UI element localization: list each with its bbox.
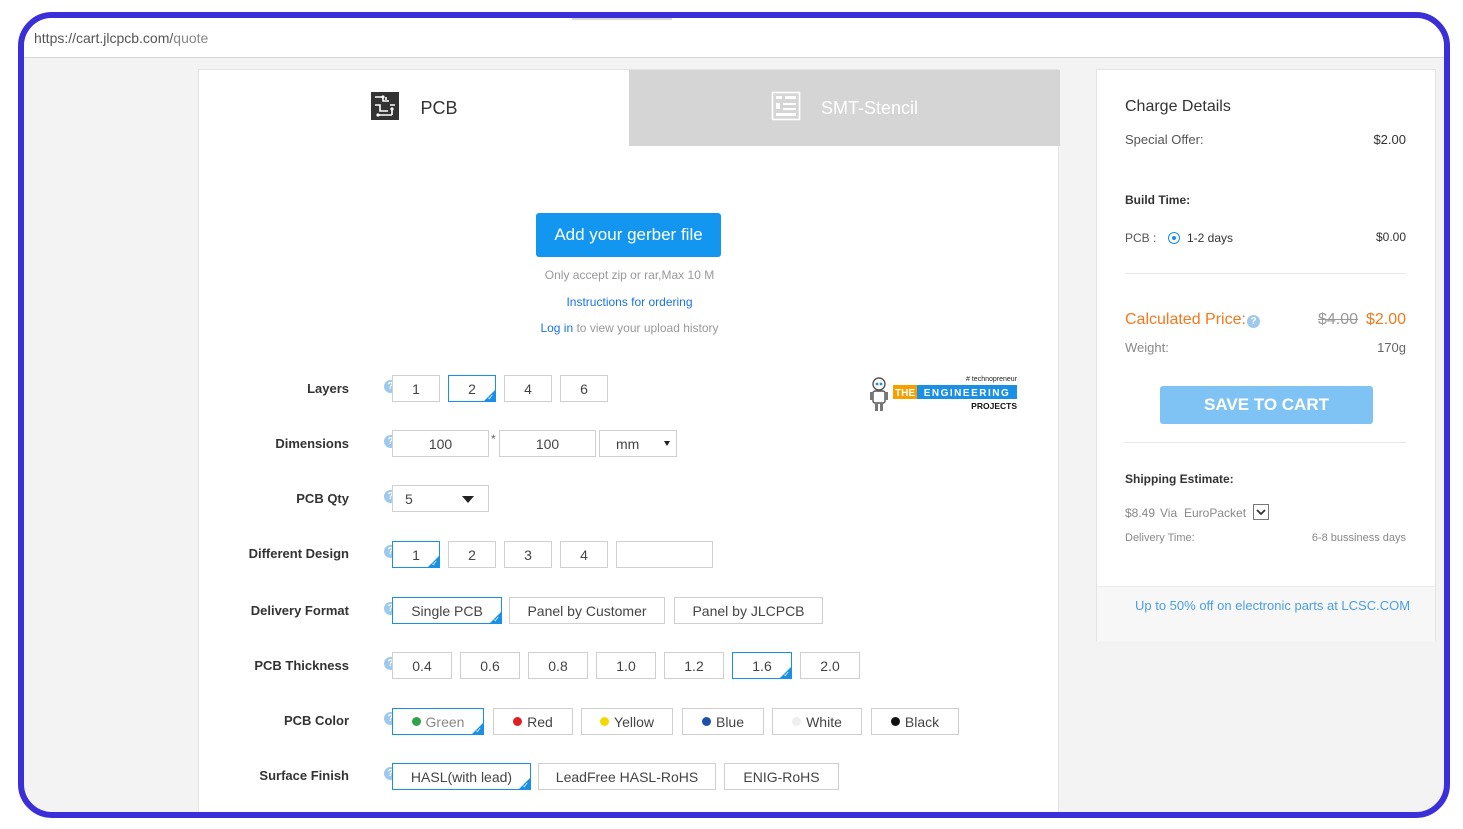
shipping-price: $8.49 bbox=[1125, 506, 1156, 520]
chevron-down-icon bbox=[1256, 509, 1266, 516]
red-dot-icon bbox=[513, 717, 523, 726]
design-option-3[interactable]: 3 bbox=[504, 541, 552, 568]
login-hint: Log in to view your upload history bbox=[540, 321, 719, 335]
thickness-option-2-0[interactable]: 2.0 bbox=[800, 652, 860, 679]
finish-leadfree-hasl[interactable]: LeadFree HASL-RoHS bbox=[538, 763, 716, 790]
layers-option-4[interactable]: 4 bbox=[504, 375, 552, 402]
delivery-format-label: Delivery Format bbox=[250, 603, 349, 618]
pcb-color-label: PCB Color bbox=[284, 713, 349, 728]
shipping-method-dropdown[interactable] bbox=[1253, 504, 1269, 520]
special-offer-value: $2.00 bbox=[1373, 132, 1406, 147]
shipping-via: Via bbox=[1160, 506, 1178, 520]
promo-bar bbox=[1097, 586, 1435, 641]
color-option-yellow[interactable]: Yellow bbox=[581, 708, 673, 735]
add-gerber-button[interactable]: Add your gerber file bbox=[536, 213, 721, 257]
delivery-time-value: 6-8 bussiness days bbox=[1311, 532, 1406, 544]
color-option-blue[interactable]: Blue bbox=[682, 708, 764, 735]
format-panel-by-customer[interactable]: Panel by Customer bbox=[509, 597, 665, 624]
svg-text:# technopreneur: # technopreneur bbox=[966, 376, 1018, 383]
upload-note: Only accept zip or rar,Max 10 M bbox=[544, 268, 715, 282]
build-time-radio[interactable] bbox=[1168, 232, 1180, 244]
tab-smt-stencil[interactable]: SMT-Stencil bbox=[629, 70, 1060, 146]
save-to-cart-button[interactable]: SAVE TO CART bbox=[1160, 386, 1373, 424]
white-dot-icon bbox=[792, 717, 802, 726]
color-option-green[interactable]: Green bbox=[392, 708, 484, 735]
pcb-qty-select[interactable]: 5 bbox=[392, 485, 489, 512]
color-option-black[interactable]: Black bbox=[871, 708, 959, 735]
quote-panel: PCB SMT-Stencil Add your gerber file Onl… bbox=[198, 69, 1060, 812]
divider bbox=[1125, 442, 1406, 443]
finish-hasl-with-lead[interactable]: HASL(with lead) bbox=[392, 763, 531, 790]
different-design-label: Different Design bbox=[248, 546, 349, 561]
weight-label: Weight: bbox=[1125, 340, 1169, 355]
thickness-option-0-8[interactable]: 0.8 bbox=[528, 652, 588, 679]
design-option-4[interactable]: 4 bbox=[560, 541, 608, 568]
unit-select[interactable]: mm bbox=[599, 430, 677, 457]
help-icon[interactable]: ? bbox=[1247, 315, 1260, 328]
layers-option-2[interactable]: 2 bbox=[448, 375, 496, 402]
design-custom-input[interactable] bbox=[616, 541, 713, 568]
color-option-red[interactable]: Red bbox=[493, 708, 573, 735]
tab-indicator bbox=[572, 18, 672, 20]
thickness-option-0-6[interactable]: 0.6 bbox=[460, 652, 520, 679]
thickness-option-0-4[interactable]: 0.4 bbox=[392, 652, 452, 679]
thickness-option-1-2[interactable]: 1.2 bbox=[664, 652, 724, 679]
surface-finish-label: Surface Finish bbox=[259, 768, 349, 783]
instructions-link[interactable]: Instructions for ordering bbox=[199, 295, 1060, 309]
charge-details-panel: Charge Details Special Offer: $2.00 Buil… bbox=[1096, 69, 1436, 641]
layers-option-6[interactable]: 6 bbox=[560, 375, 608, 402]
pcb-build-price: $0.00 bbox=[1375, 230, 1406, 244]
format-single-pcb[interactable]: Single PCB bbox=[392, 597, 502, 624]
chevron-down-icon bbox=[664, 441, 670, 446]
thickness-option-1-0[interactable]: 1.0 bbox=[596, 652, 656, 679]
pcb-build-days: 1-2 days bbox=[1187, 231, 1234, 245]
blue-dot-icon bbox=[701, 717, 711, 726]
design-option-1[interactable]: 1 bbox=[392, 541, 440, 568]
layers-option-1[interactable]: 1 bbox=[392, 375, 440, 402]
delivery-time-label: Delivery Time: bbox=[1125, 532, 1195, 544]
login-link[interactable]: Log in bbox=[540, 321, 573, 335]
screenshot-frame: https://cart.jlcpcb.com/quote PCB SMT-St… bbox=[18, 12, 1450, 818]
svg-text:PROJECTS: PROJECTS bbox=[971, 401, 1017, 411]
robot-icon bbox=[870, 377, 888, 411]
finish-enig-rohs[interactable]: ENIG-RoHS bbox=[724, 763, 839, 790]
green-dot-icon bbox=[411, 717, 421, 726]
dimension-separator: * bbox=[491, 432, 496, 446]
shipping-method: EuroPacket bbox=[1184, 506, 1247, 520]
charge-details-title: Charge Details bbox=[1125, 98, 1231, 115]
url-text[interactable]: https://cart.jlcpcb.com/quote bbox=[34, 30, 208, 46]
tab-smt-label: SMT-Stencil bbox=[820, 97, 919, 118]
svg-text:ENGINEERING: ENGINEERING bbox=[924, 388, 1011, 399]
thickness-option-1-6[interactable]: 1.6 bbox=[732, 652, 792, 679]
black-dot-icon bbox=[890, 717, 900, 726]
build-time-label: Build Time: bbox=[1125, 193, 1191, 207]
yellow-dot-icon bbox=[600, 717, 610, 726]
tab-pcb[interactable]: PCB bbox=[199, 70, 629, 146]
format-panel-by-jlcpcb[interactable]: Panel by JLCPCB bbox=[674, 597, 823, 624]
engineering-projects-logo: # technopreneur THE ENGINEERING PROJECTS bbox=[867, 375, 1027, 415]
shipping-estimate-label: Shipping Estimate: bbox=[1125, 472, 1234, 486]
new-price: $2.00 bbox=[1365, 311, 1406, 328]
pcb-qty-label: PCB Qty bbox=[296, 491, 349, 506]
divider bbox=[1125, 273, 1406, 274]
design-option-2[interactable]: 2 bbox=[448, 541, 496, 568]
stencil-icon bbox=[771, 91, 801, 126]
pcb-build-label: PCB : bbox=[1125, 231, 1157, 245]
layers-label: Layers bbox=[307, 381, 349, 396]
old-price: $4.00 bbox=[1318, 311, 1359, 328]
lcsc-promo-link[interactable]: Up to 50% off on electronic parts at LCS… bbox=[1135, 598, 1410, 613]
pcb-thickness-label: PCB Thickness bbox=[254, 658, 349, 673]
pcb-board-icon bbox=[370, 91, 400, 126]
dimension-height-input[interactable]: 100 bbox=[499, 430, 596, 457]
special-offer-label: Special Offer: bbox=[1125, 132, 1204, 147]
dimensions-label: Dimensions bbox=[275, 436, 349, 451]
address-bar[interactable]: https://cart.jlcpcb.com/quote bbox=[24, 18, 1444, 58]
dimension-width-input[interactable]: 100 bbox=[392, 430, 489, 457]
calculated-price-label: Calculated Price: bbox=[1125, 311, 1246, 328]
svg-text:THE: THE bbox=[895, 388, 915, 399]
tab-pcb-label: PCB bbox=[420, 97, 458, 118]
color-option-white[interactable]: White bbox=[772, 708, 862, 735]
weight-value: 170g bbox=[1377, 340, 1406, 355]
chevron-down-icon bbox=[462, 496, 474, 503]
